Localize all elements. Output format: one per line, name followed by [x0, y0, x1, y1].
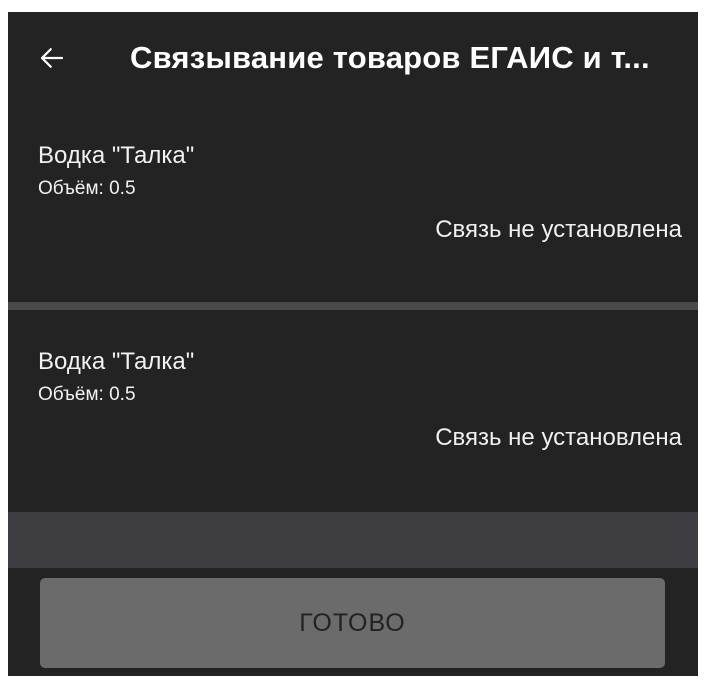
- item-volume: Объём: 0.5: [38, 178, 136, 199]
- separator-bar: [8, 512, 698, 568]
- list-item[interactable]: Водка "Талка" Объём: 0.5 Связь не устано…: [8, 112, 698, 302]
- item-volume: Объём: 0.5: [38, 384, 136, 405]
- arrow-left-icon: [40, 48, 64, 68]
- screen: Связывание товаров ЕГАИС и т... Водка "Т…: [8, 12, 698, 676]
- page-title: Связывание товаров ЕГАИС и т...: [130, 40, 650, 75]
- item-name: Водка "Талка": [38, 142, 195, 169]
- done-button[interactable]: ГОТОВО: [40, 578, 665, 668]
- item-name: Водка "Талка": [38, 348, 195, 375]
- divider: [8, 302, 698, 310]
- back-button[interactable]: [32, 38, 72, 78]
- link-status: Связь не установлена: [435, 216, 682, 243]
- link-status: Связь не установлена: [435, 424, 682, 451]
- app-bar: Связывание товаров ЕГАИС и т...: [8, 12, 698, 112]
- list-item[interactable]: Водка "Талка" Объём: 0.5 Связь не устано…: [8, 310, 698, 512]
